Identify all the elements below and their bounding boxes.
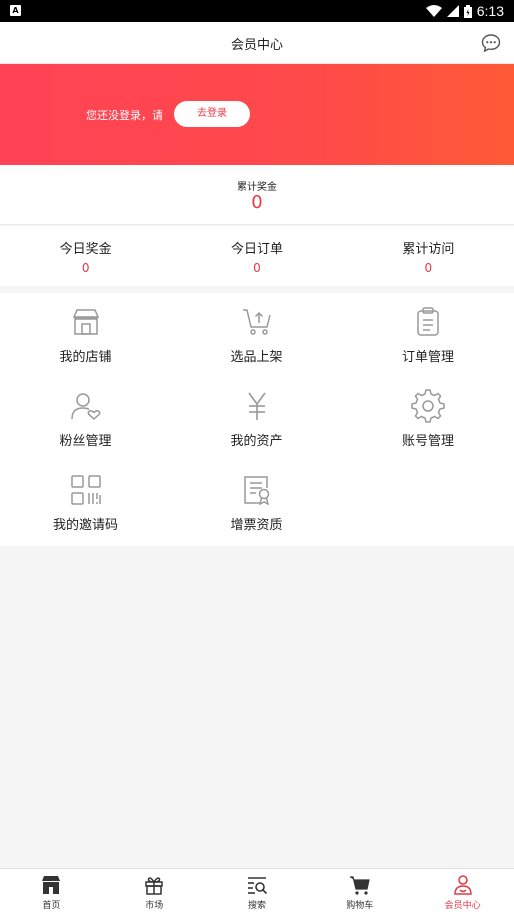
member-icon bbox=[453, 875, 472, 895]
wifi-icon bbox=[425, 5, 442, 17]
app-notification-icon: A bbox=[10, 5, 21, 16]
menu-label: 我的邀请码 bbox=[52, 518, 118, 533]
menu-select-products[interactable]: 选品上架 bbox=[171, 293, 342, 377]
title-bar: 会员中心 bbox=[0, 22, 514, 64]
battery-icon bbox=[463, 4, 472, 18]
status-icons: 6:13 bbox=[425, 0, 504, 22]
tab-cart[interactable]: 购物车 bbox=[308, 869, 411, 914]
menu-label: 订单管理 bbox=[401, 350, 454, 365]
gear-icon bbox=[411, 389, 445, 423]
stat-value: 0 bbox=[253, 261, 261, 275]
function-menu: 我的店铺 选品上架 订单管理 粉丝管理 我的资产 账号管理 我的邀请码 增票资质 bbox=[0, 293, 514, 546]
gift-icon bbox=[145, 877, 163, 895]
menu-invoice-qualification[interactable]: 增票资质 bbox=[171, 461, 342, 545]
menu-label: 我的资产 bbox=[230, 434, 283, 449]
tab-market[interactable]: 市场 bbox=[103, 869, 206, 914]
tab-label: 会员中心 bbox=[444, 901, 481, 911]
menu-label: 增票资质 bbox=[230, 518, 283, 533]
cart-icon bbox=[349, 876, 370, 895]
stat-total-visits[interactable]: 累计访问 0 bbox=[343, 226, 514, 286]
stat-label: 累计访问 bbox=[402, 242, 455, 257]
login-button[interactable]: 去登录 bbox=[174, 101, 250, 127]
menu-fan-management[interactable]: 粉丝管理 bbox=[0, 377, 171, 461]
status-bar: A 6:13 bbox=[0, 0, 514, 22]
qr-code-icon bbox=[70, 475, 101, 505]
search-list-icon bbox=[247, 877, 268, 895]
yen-icon bbox=[247, 392, 266, 420]
menu-label: 我的店铺 bbox=[59, 350, 112, 365]
stat-today-orders[interactable]: 今日订单 0 bbox=[171, 226, 342, 286]
message-icon[interactable] bbox=[480, 32, 502, 54]
menu-my-assets[interactable]: 我的资产 bbox=[171, 377, 342, 461]
menu-label: 账号管理 bbox=[401, 434, 454, 449]
fan-user-icon bbox=[70, 393, 100, 421]
store-icon bbox=[72, 309, 99, 335]
clipboard-icon bbox=[417, 307, 439, 336]
tab-label: 市场 bbox=[145, 901, 164, 911]
page-title: 会员中心 bbox=[230, 38, 283, 53]
menu-label: 选品上架 bbox=[230, 350, 283, 365]
stat-label: 今日订单 bbox=[230, 242, 283, 257]
menu-my-store[interactable]: 我的店铺 bbox=[0, 293, 171, 377]
stat-value: 0 bbox=[424, 261, 433, 275]
status-time: 6:13 bbox=[476, 3, 504, 19]
tab-home[interactable]: 首页 bbox=[0, 869, 103, 914]
login-banner: 您还没登录，请 去登录 bbox=[0, 64, 514, 165]
menu-label: 粉丝管理 bbox=[59, 434, 112, 449]
total-bonus-label: 累计奖金 bbox=[237, 182, 277, 193]
home-store-icon bbox=[42, 876, 61, 894]
cart-upload-icon bbox=[242, 309, 271, 335]
signal-icon bbox=[446, 5, 459, 17]
tab-label: 购物车 bbox=[346, 901, 374, 911]
tab-label: 首页 bbox=[42, 901, 61, 911]
total-bonus: 累计奖金 0 bbox=[0, 165, 514, 225]
stat-today-bonus[interactable]: 今日奖金 0 bbox=[0, 226, 171, 286]
tab-member-center[interactable]: 会员中心 bbox=[411, 869, 514, 914]
tab-search[interactable]: 搜索 bbox=[206, 869, 309, 914]
menu-my-invite-code[interactable]: 我的邀请码 bbox=[0, 461, 171, 545]
stat-value: 0 bbox=[81, 261, 90, 275]
stat-label: 今日奖金 bbox=[59, 242, 112, 257]
certificate-icon bbox=[243, 476, 269, 506]
total-bonus-value: 0 bbox=[251, 192, 263, 213]
tab-label: 搜索 bbox=[247, 901, 266, 911]
menu-order-management[interactable]: 订单管理 bbox=[342, 293, 514, 377]
menu-account-management[interactable]: 账号管理 bbox=[342, 377, 514, 461]
stats-row: 今日奖金 0 今日订单 0 累计访问 0 bbox=[0, 226, 514, 286]
bottom-tab-bar: 首页 市场 搜索 购物车 会员中心 bbox=[0, 868, 514, 914]
login-hint: 您还没登录，请 bbox=[86, 109, 163, 122]
